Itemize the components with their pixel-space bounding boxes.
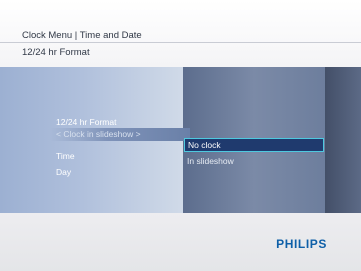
option-in-slideshow[interactable]: In slideshow <box>187 156 234 166</box>
menu-item-12-24-format[interactable]: 12/24 hr Format <box>56 117 116 127</box>
menu-item-time[interactable]: Time <box>56 151 75 161</box>
option-no-clock[interactable]: No clock <box>184 138 324 152</box>
page-subtitle: 12/24 hr Format <box>22 47 90 58</box>
photo-frame-screen: Clock Menu | Time and Date 12/24 hr Form… <box>0 0 361 271</box>
menu-item-clock-in-slideshow[interactable]: < Clock in slideshow > <box>50 128 190 141</box>
header-divider <box>0 42 361 43</box>
header-bar: Clock Menu | Time and Date 12/24 hr Form… <box>0 0 361 67</box>
footer-bar: PHILIPS <box>0 213 361 271</box>
brand-logo: PHILIPS <box>276 237 327 251</box>
right-panel <box>325 67 361 213</box>
breadcrumb: Clock Menu | Time and Date <box>22 30 142 41</box>
menu-item-day[interactable]: Day <box>56 167 71 177</box>
menu-area: 12/24 hr Format < Clock in slideshow > T… <box>0 67 361 213</box>
